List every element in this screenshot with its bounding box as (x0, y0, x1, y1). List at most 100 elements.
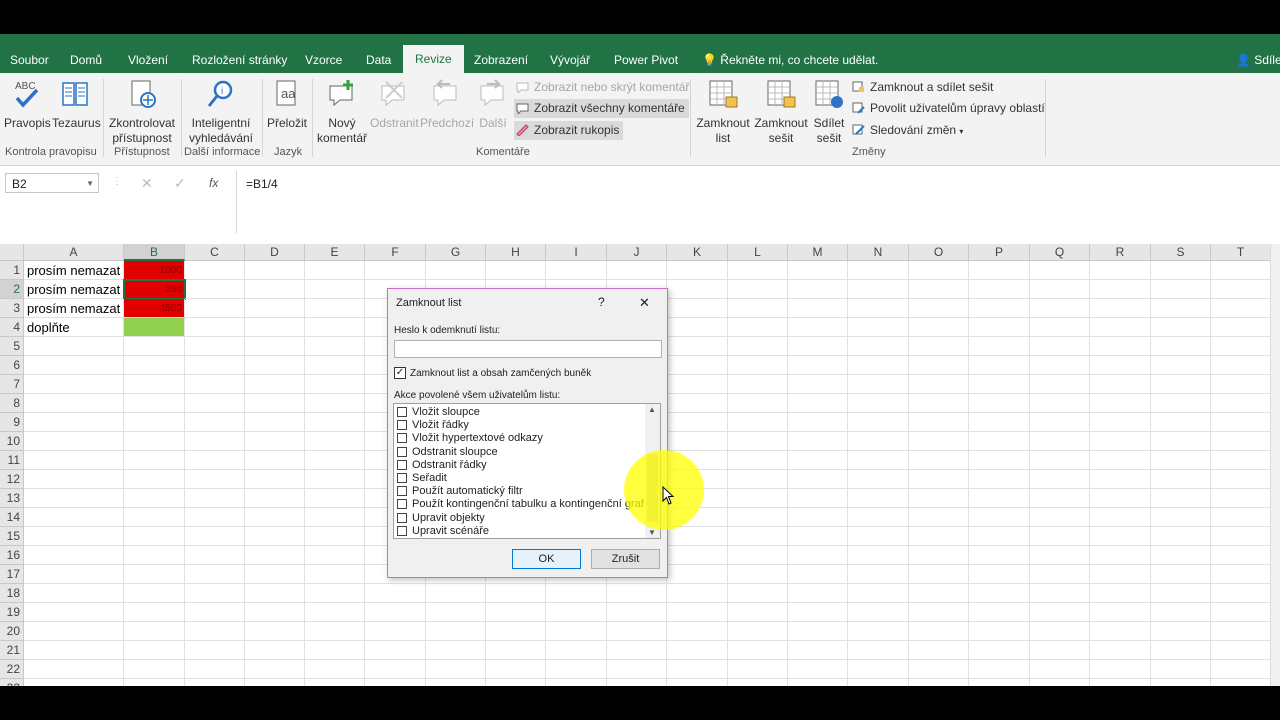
cell-b15[interactable] (124, 527, 185, 546)
cell-d20[interactable] (245, 622, 305, 641)
cell-o4[interactable] (909, 318, 969, 337)
zamknout-list-button[interactable]: Zamknout list (694, 78, 752, 146)
cell-l8[interactable] (728, 394, 788, 413)
formula-input[interactable]: =B1/4 (246, 177, 278, 191)
allowed-action-item[interactable]: Odstranit sloupce (397, 446, 498, 459)
cell-l11[interactable] (728, 451, 788, 470)
cell-s13[interactable] (1151, 489, 1211, 508)
share-button[interactable]: 👤 Sdíle (1236, 53, 1280, 67)
cell-q11[interactable] (1030, 451, 1090, 470)
cell-c20[interactable] (185, 622, 245, 641)
cell-a14[interactable] (24, 508, 124, 527)
cell-q14[interactable] (1030, 508, 1090, 527)
cell-r16[interactable] (1090, 546, 1151, 565)
cell-l17[interactable] (728, 565, 788, 584)
cell-b13[interactable] (124, 489, 185, 508)
cell-d11[interactable] (245, 451, 305, 470)
cell-p18[interactable] (969, 584, 1030, 603)
column-header-g[interactable]: G (426, 244, 486, 261)
cell-p11[interactable] (969, 451, 1030, 470)
cell-a9[interactable] (24, 413, 124, 432)
cell-d6[interactable] (245, 356, 305, 375)
cell-t10[interactable] (1211, 432, 1270, 451)
cell-k2[interactable] (667, 280, 728, 299)
cell-j18[interactable] (607, 584, 667, 603)
cell-r13[interactable] (1090, 489, 1151, 508)
cell-e18[interactable] (305, 584, 365, 603)
cell-a1[interactable]: prosím nemazat (24, 261, 124, 280)
row-header-18[interactable]: 18 (0, 584, 24, 603)
cell-n5[interactable] (848, 337, 909, 356)
sdilet-sesit-button[interactable]: Sdílet sešit (810, 78, 848, 146)
cell-d1[interactable] (245, 261, 305, 280)
cell-c16[interactable] (185, 546, 245, 565)
cell-s21[interactable] (1151, 641, 1211, 660)
cell-b17[interactable] (124, 565, 185, 584)
cell-l19[interactable] (728, 603, 788, 622)
cell-i18[interactable] (546, 584, 607, 603)
cell-c15[interactable] (185, 527, 245, 546)
scroll-down-icon[interactable]: ▼ (648, 528, 656, 537)
cell-h22[interactable] (486, 660, 546, 679)
cell-h18[interactable] (486, 584, 546, 603)
cell-m18[interactable] (788, 584, 848, 603)
cell-a19[interactable] (24, 603, 124, 622)
cell-b14[interactable] (124, 508, 185, 527)
cell-c11[interactable] (185, 451, 245, 470)
cell-n12[interactable] (848, 470, 909, 489)
cell-r5[interactable] (1090, 337, 1151, 356)
cell-a21[interactable] (24, 641, 124, 660)
cell-q22[interactable] (1030, 660, 1090, 679)
cell-k5[interactable] (667, 337, 728, 356)
cell-p4[interactable] (969, 318, 1030, 337)
cell-n9[interactable] (848, 413, 909, 432)
cell-e23[interactable] (305, 679, 365, 686)
protect-checkbox[interactable]: ✓ (394, 367, 406, 379)
cell-e21[interactable] (305, 641, 365, 660)
cell-l22[interactable] (728, 660, 788, 679)
cell-m22[interactable] (788, 660, 848, 679)
cell-p8[interactable] (969, 394, 1030, 413)
cell-e20[interactable] (305, 622, 365, 641)
cell-q21[interactable] (1030, 641, 1090, 660)
cell-c18[interactable] (185, 584, 245, 603)
tezaurus-button[interactable]: Tezaurus (52, 78, 101, 131)
cell-t2[interactable] (1211, 280, 1270, 299)
cell-d14[interactable] (245, 508, 305, 527)
cell-q8[interactable] (1030, 394, 1090, 413)
cell-n6[interactable] (848, 356, 909, 375)
cell-o21[interactable] (909, 641, 969, 660)
cell-l1[interactable] (728, 261, 788, 280)
cell-d7[interactable] (245, 375, 305, 394)
cell-b7[interactable] (124, 375, 185, 394)
cell-f20[interactable] (365, 622, 426, 641)
cell-i20[interactable] (546, 622, 607, 641)
cell-b1[interactable]: 1000 (124, 261, 185, 280)
zobrazit-vsechny-komentare-button[interactable]: Zobrazit všechny komentáře (514, 99, 689, 118)
cell-o17[interactable] (909, 565, 969, 584)
cell-p7[interactable] (969, 375, 1030, 394)
cell-a6[interactable] (24, 356, 124, 375)
cell-k19[interactable] (667, 603, 728, 622)
column-header-t[interactable]: T (1211, 244, 1270, 261)
cell-n10[interactable] (848, 432, 909, 451)
cell-q19[interactable] (1030, 603, 1090, 622)
cell-o8[interactable] (909, 394, 969, 413)
cell-t22[interactable] (1211, 660, 1270, 679)
column-header-c[interactable]: C (185, 244, 245, 261)
action-checkbox[interactable] (397, 459, 407, 470)
cell-e2[interactable] (305, 280, 365, 299)
cell-o13[interactable] (909, 489, 969, 508)
cell-n21[interactable] (848, 641, 909, 660)
predchozi-komentar-button[interactable]: Předchozí (420, 78, 474, 131)
cell-s18[interactable] (1151, 584, 1211, 603)
row-header-22[interactable]: 22 (0, 660, 24, 679)
cell-d18[interactable] (245, 584, 305, 603)
cell-s3[interactable] (1151, 299, 1211, 318)
cell-r1[interactable] (1090, 261, 1151, 280)
cell-o16[interactable] (909, 546, 969, 565)
cell-e10[interactable] (305, 432, 365, 451)
allowed-action-item[interactable]: Použít automatický filtr (397, 485, 523, 498)
cell-l14[interactable] (728, 508, 788, 527)
cell-r23[interactable] (1090, 679, 1151, 686)
